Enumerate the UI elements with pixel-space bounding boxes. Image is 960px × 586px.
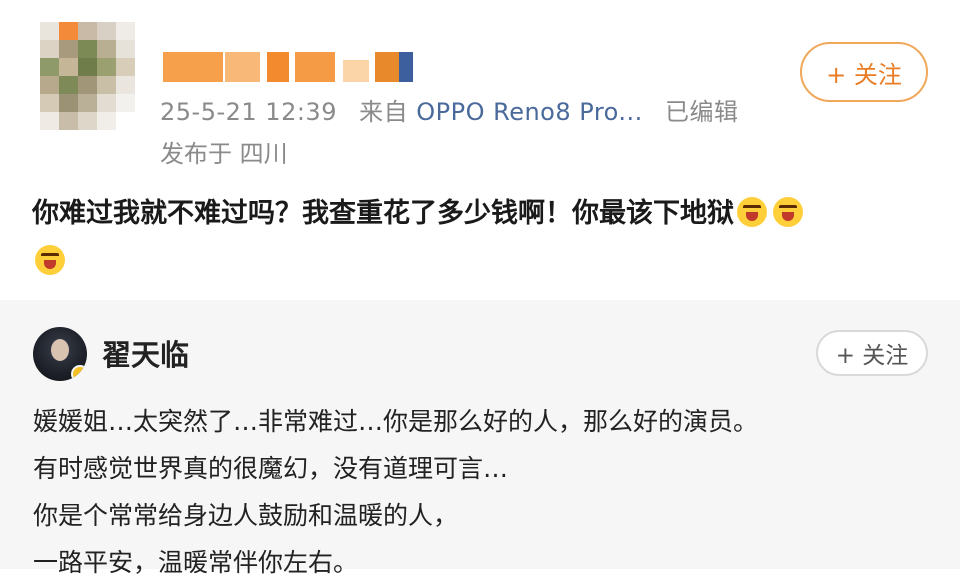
pixelated-username[interactable] — [163, 52, 423, 82]
device-link[interactable]: OPPO Reno8 Pro... — [416, 98, 643, 126]
repost-author[interactable]: 翟天临 — [102, 332, 189, 374]
post-body: 你难过我就不难过吗？我查重花了多少钱啊！你最该下地狱 — [32, 190, 932, 286]
follow-button[interactable]: + 关注 — [800, 42, 928, 102]
verified-badge-icon — [71, 365, 87, 381]
avatar[interactable] — [33, 327, 87, 381]
source-prefix: 来自 — [359, 98, 409, 126]
angry-face-icon — [773, 196, 803, 227]
angry-face-icon — [737, 196, 767, 227]
post-text: 你难过我就不难过吗？我查重花了多少钱啊！你最该下地狱 — [32, 198, 734, 229]
repost-body: 媛媛姐…太突然了…非常难过…你是那么好的人，那么好的演员。 有时感觉世界真的很魔… — [33, 398, 933, 586]
reposted-card[interactable]: 翟天临 + 关注 媛媛姐…太突然了…非常难过…你是那么好的人，那么好的演员。 有… — [0, 300, 960, 577]
post-meta: 25-5-21 12:39 来自 OPPO Reno8 Pro... 已编辑 — [160, 92, 738, 127]
post-location: 发布于 四川 — [160, 140, 288, 168]
post-card: 25-5-21 12:39 来自 OPPO Reno8 Pro... 已编辑 发… — [0, 0, 960, 300]
repost-line: 有时感觉世界真的很魔幻，没有道理可言… — [33, 454, 509, 483]
angry-face-icon — [35, 244, 65, 275]
repost-line: 媛媛姐…太突然了…非常难过…你是那么好的人，那么好的演员。 — [33, 407, 759, 436]
repost-line: 一路平安，温暖常伴你左右。 — [33, 548, 359, 577]
pixelated-avatar[interactable] — [40, 22, 135, 130]
repost-follow-button[interactable]: + 关注 — [816, 330, 928, 376]
edited-label[interactable]: 已编辑 — [665, 98, 739, 126]
timestamp: 25-5-21 12:39 — [160, 98, 337, 126]
repost-line: 你是个常常给身边人鼓励和温暖的人， — [33, 501, 459, 530]
avatar-face — [51, 339, 69, 361]
